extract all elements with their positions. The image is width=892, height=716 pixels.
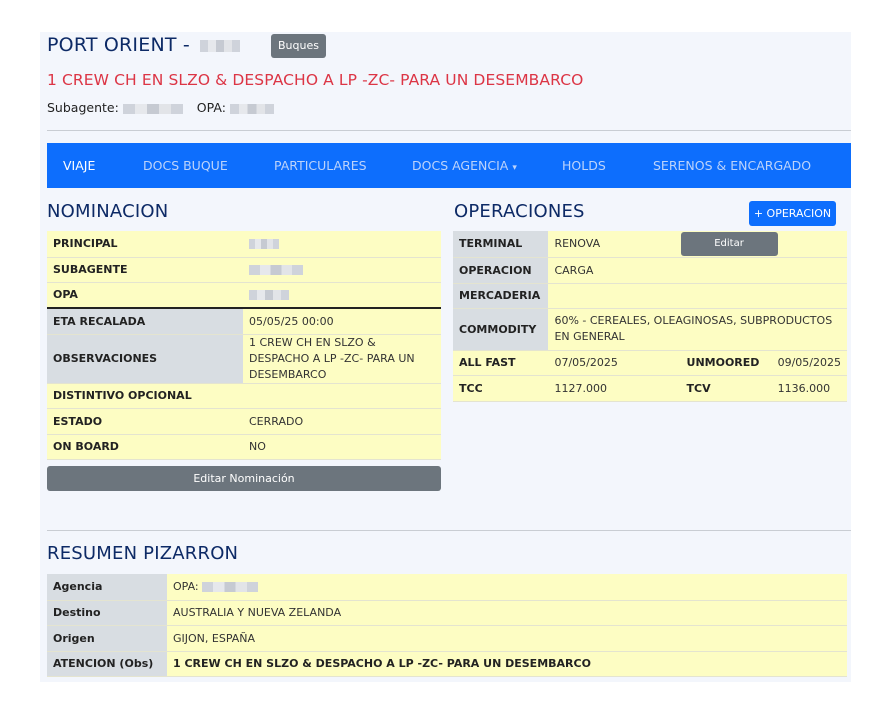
redacted-agencia bbox=[202, 582, 259, 593]
redacted-subagente bbox=[122, 103, 183, 114]
row-value: CERRADO bbox=[243, 408, 441, 435]
row-label: ON BOARD bbox=[47, 434, 243, 460]
row-label: MERCADERIA bbox=[453, 283, 549, 309]
row-label: OPERACION bbox=[453, 257, 549, 284]
operaciones-table: TERMINAL RENOVA Editar OPERACION CARGA M… bbox=[453, 231, 847, 402]
row-value: CARGA bbox=[548, 257, 847, 284]
editar-nominacion-button[interactable]: Editar Nominación bbox=[47, 466, 441, 491]
chevron-down-icon: ▾ bbox=[512, 163, 517, 173]
main-nav: VIAJE DOCS BUQUE PARTICULARES DOCS AGENC… bbox=[47, 143, 851, 188]
row-label: OPA bbox=[47, 282, 243, 309]
row-value: 1 CREW CH EN SLZO & DESPACHO A LP -ZC- P… bbox=[243, 334, 441, 384]
table-row: OPERACION CARGA bbox=[453, 257, 847, 284]
subagente-label: Subagente: bbox=[47, 100, 119, 115]
nominacion-table: PRINCIPAL SUBAGENTE OPA ETA RECALADA 05/… bbox=[47, 231, 441, 460]
row-label: COMMODITY bbox=[453, 308, 549, 351]
table-row: ON BOARD NO bbox=[47, 434, 441, 460]
row-label: ETA RECALADA bbox=[47, 308, 243, 335]
table-row: ALL FAST 07/05/2025 UNMOORED 09/05/2025 bbox=[453, 350, 847, 376]
buques-button[interactable]: Buques bbox=[271, 34, 326, 58]
nominacion-title: NOMINACION bbox=[47, 201, 169, 222]
row-value: GIJON, ESPAÑA bbox=[167, 625, 847, 652]
tab-holds[interactable]: HOLDS bbox=[562, 143, 606, 188]
row-value bbox=[548, 283, 847, 309]
agent-line: Subagente: OPA: bbox=[47, 100, 274, 115]
table-row: ESTADO CERRADO bbox=[47, 408, 441, 435]
redacted-subagente-value bbox=[249, 265, 303, 275]
section-divider bbox=[47, 530, 851, 531]
row-label: TCV bbox=[680, 375, 772, 402]
row-label: TCC bbox=[453, 375, 549, 402]
row-value bbox=[243, 282, 441, 309]
edit-cell: Editar bbox=[680, 231, 847, 258]
row-value: 60% - CEREALES, OLEAGINOSAS, SUBPRODUCTO… bbox=[548, 308, 847, 351]
row-value: 05/05/25 00:00 bbox=[243, 308, 441, 335]
opa-label: OPA: bbox=[196, 100, 226, 115]
row-value: 1127.000 bbox=[548, 375, 681, 402]
row-value: NO bbox=[243, 434, 441, 460]
row-label: OBSERVACIONES bbox=[47, 334, 243, 384]
row-label: ESTADO bbox=[47, 408, 243, 435]
row-value: OPA: bbox=[167, 574, 847, 601]
table-row: ETA RECALADA 05/05/25 00:00 bbox=[47, 308, 441, 335]
row-label: Agencia bbox=[47, 574, 167, 601]
row-label: Origen bbox=[47, 625, 167, 652]
table-row: OPA bbox=[47, 282, 441, 309]
row-label: SUBAGENTE bbox=[47, 257, 243, 283]
tab-particulares[interactable]: PARTICULARES bbox=[274, 143, 367, 188]
table-row: OBSERVACIONES 1 CREW CH EN SLZO & DESPAC… bbox=[47, 334, 441, 384]
agencia-opa-label: OPA: bbox=[173, 580, 199, 594]
header-divider bbox=[47, 130, 851, 131]
vessel-title: PORT ORIENT - bbox=[47, 34, 241, 56]
tab-docs-agencia-label: DOCS AGENCIA bbox=[412, 158, 509, 173]
row-label: ALL FAST bbox=[453, 350, 549, 376]
row-value bbox=[243, 257, 441, 283]
row-label: PRINCIPAL bbox=[47, 231, 243, 258]
row-value: RENOVA bbox=[548, 231, 681, 258]
resumen-table: Agencia OPA: Destino AUSTRALIA Y NUEVA Z… bbox=[47, 574, 847, 677]
tab-docs-buque[interactable]: DOCS BUQUE bbox=[143, 143, 228, 188]
table-row: DISTINTIVO OPCIONAL bbox=[47, 383, 441, 409]
tab-serenos-encargado[interactable]: SERENOS & ENCARGADO bbox=[653, 143, 811, 188]
resumen-title: RESUMEN PIZARRON bbox=[47, 543, 239, 564]
row-value bbox=[243, 231, 441, 258]
redacted-opa-value bbox=[249, 290, 289, 301]
row-label: ATENCION (Obs) bbox=[47, 651, 167, 677]
table-row: Agencia OPA: bbox=[47, 574, 847, 601]
table-row: TCC 1127.000 TCV 1136.000 bbox=[453, 375, 847, 402]
row-label: UNMOORED bbox=[680, 350, 772, 376]
row-label: TERMINAL bbox=[453, 231, 549, 258]
table-row: COMMODITY 60% - CEREALES, OLEAGINOSAS, S… bbox=[453, 308, 847, 351]
redacted-vessel-id bbox=[200, 39, 241, 52]
table-row: PRINCIPAL bbox=[47, 231, 441, 258]
add-operacion-button[interactable]: + OPERACION bbox=[749, 201, 836, 226]
redacted-principal bbox=[249, 239, 279, 250]
row-value: AUSTRALIA Y NUEVA ZELANDA bbox=[167, 600, 847, 626]
row-value: 1 CREW CH EN SLZO & DESPACHO A LP -ZC- P… bbox=[167, 651, 847, 677]
row-value: 07/05/2025 bbox=[548, 350, 681, 376]
table-row: TERMINAL RENOVA Editar bbox=[453, 231, 847, 258]
table-row: ATENCION (Obs) 1 CREW CH EN SLZO & DESPA… bbox=[47, 651, 847, 677]
tab-docs-agencia[interactable]: DOCS AGENCIA ▾ bbox=[412, 143, 517, 191]
row-label: Destino bbox=[47, 600, 167, 626]
table-row: SUBAGENTE bbox=[47, 257, 441, 283]
table-row: MERCADERIA bbox=[453, 283, 847, 309]
redacted-opa bbox=[229, 103, 274, 114]
row-value: 09/05/2025 bbox=[771, 350, 847, 376]
editar-operacion-button[interactable]: Editar bbox=[680, 231, 778, 256]
tab-viaje[interactable]: VIAJE bbox=[63, 143, 95, 188]
table-row: Destino AUSTRALIA Y NUEVA ZELANDA bbox=[47, 600, 847, 626]
row-label: DISTINTIVO OPCIONAL bbox=[47, 383, 441, 409]
vessel-name: PORT ORIENT - bbox=[47, 34, 190, 56]
row-value: 1136.000 bbox=[771, 375, 847, 402]
table-row: Origen GIJON, ESPAÑA bbox=[47, 625, 847, 652]
operaciones-title: OPERACIONES bbox=[454, 201, 585, 222]
voyage-subtitle: 1 CREW CH EN SLZO & DESPACHO A LP -ZC- P… bbox=[47, 71, 584, 89]
